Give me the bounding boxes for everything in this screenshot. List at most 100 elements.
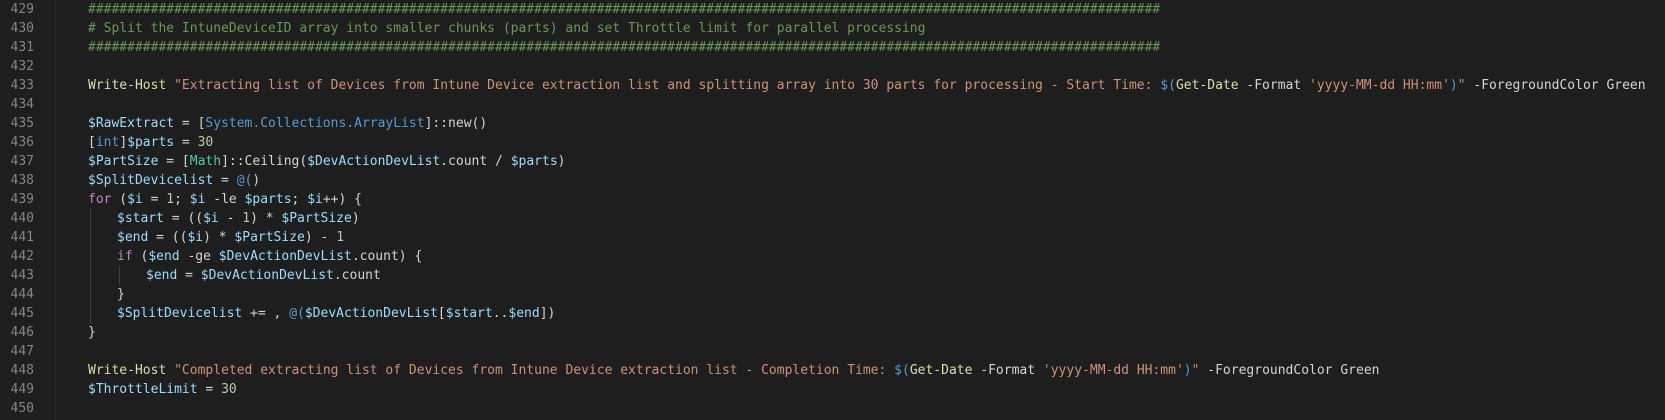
code-token: $i	[307, 192, 323, 207]
code-area[interactable]: ########################################…	[88, 0, 1658, 420]
code-line[interactable]: Write-Host "Extracting list of Devices f…	[88, 76, 1646, 95]
code-token: [	[88, 135, 96, 150]
code-token: $PartSize	[88, 154, 159, 169]
code-token: (	[111, 192, 128, 207]
code-line[interactable]: Write-Host "Completed extracting list of…	[88, 361, 1379, 380]
code-token: $DevActionDevList	[200, 268, 334, 283]
code-token: $parts	[510, 154, 558, 169]
code-token: ;	[174, 192, 190, 207]
code-token: $(	[1160, 78, 1176, 93]
code-line[interactable]: $SplitDevicelist = @()	[88, 171, 260, 190]
code-token: $parts	[244, 192, 292, 207]
line-number: 442	[10, 249, 34, 264]
code-token: int	[95, 135, 120, 150]
code-token: -ForegroundColor Green	[1465, 78, 1646, 93]
code-token: -ForegroundColor Green	[1199, 363, 1380, 378]
indent-guide	[90, 209, 91, 228]
code-token: .count	[333, 268, 381, 283]
code-token: if	[117, 249, 133, 264]
code-line[interactable]: for ($i = 1; $i -le $parts; $i++) {	[88, 190, 362, 209]
code-token: 1	[336, 230, 345, 245]
code-token: =	[197, 382, 222, 397]
code-token: $i	[187, 230, 204, 245]
code-token: = ((	[148, 230, 188, 245]
code-line[interactable]: $end = (($i) * $PartSize) - 1	[117, 228, 344, 247]
code-token: "Completed extracting list of Devices fr…	[174, 363, 895, 378]
line-number: 436	[10, 135, 34, 150]
code-line[interactable]: }	[117, 285, 125, 304]
line-number: 449	[10, 382, 34, 397]
code-token: $end	[146, 268, 178, 283]
code-token: ]::Ceiling(	[221, 154, 308, 169]
code-token: =	[177, 268, 201, 283]
code-line[interactable]: $SplitDevicelist += , @($DevActionDevLis…	[117, 304, 555, 323]
indent-guide	[90, 285, 91, 304]
code-token: ]::new()	[424, 116, 488, 131]
code-token: ) -	[304, 230, 337, 245]
code-token: -Format	[972, 363, 1043, 378]
code-line[interactable]: }	[88, 323, 96, 342]
line-number: 429	[10, 2, 34, 17]
code-token: 1	[166, 192, 175, 207]
code-token: $SplitDevicelist	[88, 173, 214, 188]
line-number: 440	[10, 211, 34, 226]
code-token: Get-Date	[1175, 78, 1239, 93]
code-token: $start	[117, 211, 164, 226]
code-token: .count) {	[351, 249, 423, 264]
code-line[interactable]: $ThrottleLimit = 30	[88, 380, 237, 399]
line-number: 443	[10, 268, 34, 283]
line-number: 433	[10, 78, 34, 93]
code-token: $PartSize	[281, 211, 352, 226]
code-line[interactable]: $PartSize = [Math]::Ceiling($DevActionDe…	[88, 152, 565, 171]
code-token: )	[1449, 78, 1458, 93]
code-token: $ThrottleLimit	[88, 382, 198, 397]
code-editor[interactable]: 429 430 431 432 433 434 435 436 437 438 439 440 441 4…	[0, 0, 1665, 420]
code-token: for	[88, 192, 112, 207]
code-line[interactable]: ########################################…	[88, 38, 1160, 57]
code-token: -le	[205, 192, 245, 207]
code-token: $start	[445, 306, 493, 321]
code-token: # Split the IntuneDeviceID array into sm…	[88, 21, 926, 36]
indent-guide	[119, 266, 120, 285]
code-token: "Extracting list of Devices from Intune …	[174, 78, 1161, 93]
code-token: .count /	[440, 154, 511, 169]
code-token: =	[213, 173, 237, 188]
code-line[interactable]: $start = (($i - 1) * $PartSize)	[117, 209, 360, 228]
code-line[interactable]: # Split the IntuneDeviceID array into sm…	[88, 19, 925, 38]
code-token: Write-Host	[88, 78, 167, 93]
code-token: = ((	[163, 211, 204, 226]
line-number: 430	[10, 21, 34, 36]
code-token: $(	[894, 363, 910, 378]
code-line[interactable]: [int]$parts = 30	[88, 133, 213, 152]
code-line[interactable]: if ($end -ge $DevActionDevList.count) {	[117, 247, 422, 266]
code-token: += ,	[242, 306, 290, 321]
line-number: 448	[10, 363, 34, 378]
code-line[interactable]: $end = $DevActionDevList.count	[146, 266, 381, 285]
code-token: )	[1183, 363, 1192, 378]
code-token: $i	[189, 192, 206, 207]
code-token: =	[174, 135, 198, 150]
line-number: 447	[10, 344, 34, 359]
line-number: 435	[10, 116, 34, 131]
line-number: 434	[10, 97, 34, 112]
line-number-gutter: 429 430 431 432 433 434 435 436 437 438 439 440 441 4…	[0, 0, 56, 420]
line-number: 432	[10, 59, 34, 74]
code-token: ..	[492, 306, 509, 321]
code-token: $PartSize	[234, 230, 305, 245]
code-line[interactable]: ########################################…	[88, 0, 1160, 19]
code-token: $i	[203, 211, 219, 226]
line-number: 441	[10, 230, 34, 245]
code-token: $RawExtract	[88, 116, 175, 131]
code-token: 30	[197, 135, 214, 150]
code-line[interactable]: $RawExtract = [System.Collections.ArrayL…	[88, 114, 487, 133]
code-token: = [	[158, 154, 190, 169]
code-token: $parts	[127, 135, 175, 150]
code-token: ########################################…	[88, 40, 1161, 55]
code-token: =	[142, 192, 167, 207]
line-number: 431	[10, 40, 34, 55]
code-token: $SplitDevicelist	[117, 306, 243, 321]
code-token: "	[1457, 78, 1466, 93]
code-token: -	[218, 211, 243, 226]
